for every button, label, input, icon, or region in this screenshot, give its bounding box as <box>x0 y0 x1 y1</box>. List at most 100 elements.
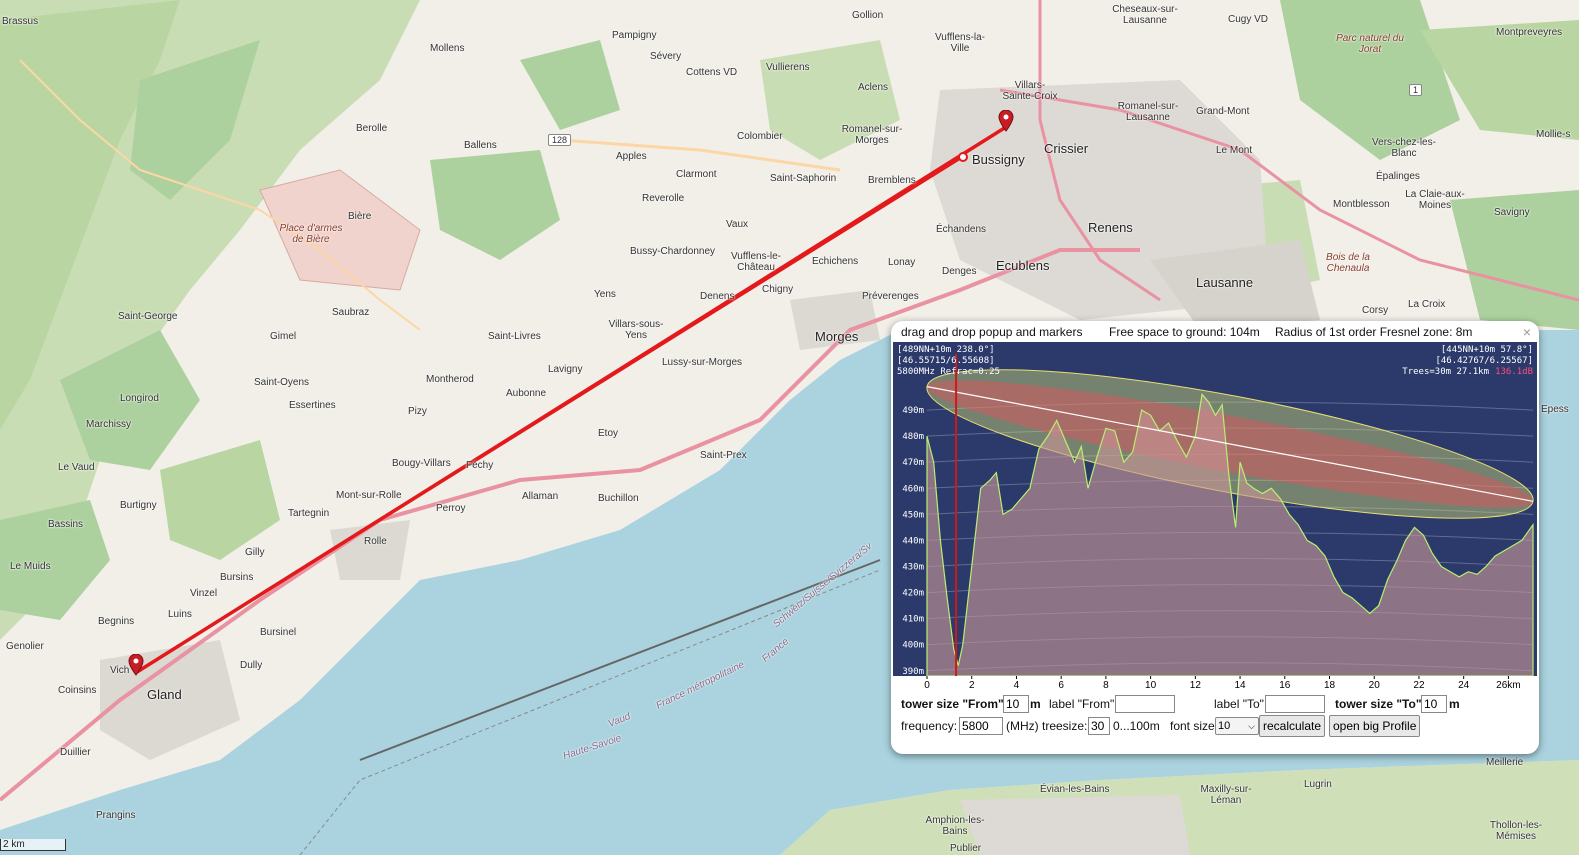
to-antenna-info: [445NN+10m 57.8°] <box>1441 345 1533 355</box>
place-label: Montherod <box>426 374 474 385</box>
place-label: Bremblens <box>868 175 916 186</box>
place-label: Denens <box>700 291 735 302</box>
place-label: Chigny <box>762 284 794 295</box>
y-tick-label: 430m <box>902 563 924 573</box>
place-label: Gland <box>147 687 182 702</box>
place-label: Tartegnin <box>288 508 330 519</box>
place-label: Bursins <box>220 572 254 583</box>
place-label: Saint-Livres <box>488 331 541 342</box>
park-label: Parc naturel du Jorat <box>1336 33 1404 55</box>
place-label: Villars-sous-Yens <box>608 319 664 341</box>
place-label: Bassins <box>48 519 84 530</box>
x-tick-label: 22 <box>1413 680 1425 691</box>
tower-to-unit: m <box>1449 697 1460 711</box>
place-label: Amphion-les-Bains <box>925 815 985 837</box>
place-label: Vufflens-le-Château <box>730 251 782 273</box>
military-area-label: Place d'armes de Bière <box>279 223 343 245</box>
place-label: Coinsins <box>58 685 97 696</box>
place-label: Cottens VD <box>686 67 738 78</box>
place-label: Maxilly-sur-Léman <box>1200 784 1252 806</box>
info-left: [489NN+10m 238.0°] [46.55715/6.55608] 58… <box>897 345 1000 377</box>
fontsize-value: 10 <box>1218 720 1231 732</box>
place-label: Gimel <box>270 331 297 342</box>
place-label: Lussy-sur-Morges <box>662 357 743 368</box>
place-label: Clarmont <box>676 169 717 180</box>
label-from-input[interactable] <box>1115 695 1175 713</box>
place-label: Mollie-s <box>1536 129 1571 140</box>
drag-hint: drag and drop popup and markers <box>901 325 1083 339</box>
elevation-profile-chart[interactable]: 490m 480m 470m 460m 450m 440m 430m 420m 410m 400m… <box>893 342 1537 691</box>
place-label: Perroy <box>436 503 466 514</box>
profile-popup[interactable]: drag and drop popup and markers Free spa… <box>891 321 1539 754</box>
place-label: Sévery <box>650 51 682 62</box>
from-antenna-info: [489NN+10m 238.0°] <box>897 345 995 355</box>
place-label: Bussigny <box>972 152 1025 167</box>
label-to-label: label "To" <box>1214 697 1264 711</box>
treesize-label: treesize: <box>1042 719 1088 733</box>
recalculate-button[interactable]: recalculate <box>1259 715 1326 737</box>
place-label: Romanel-sur-Lausanne <box>1117 101 1179 123</box>
place-label: Publier <box>950 843 982 854</box>
place-label: Lausanne <box>1196 275 1254 290</box>
place-label: Vinzel <box>190 588 218 599</box>
place-label: Saint-Oyens <box>254 377 310 388</box>
place-label: Montpreveyres <box>1496 27 1563 38</box>
place-label: Rolle <box>364 536 387 547</box>
place-label: Denges <box>942 266 977 277</box>
tower-to-label: tower size "To" <box>1335 697 1422 711</box>
path-loss: 136.1dB <box>1495 367 1533 377</box>
place-label: Vufflens-la-Ville <box>934 32 986 54</box>
place-label: Saubraz <box>332 307 370 318</box>
place-label: Vaux <box>726 219 749 230</box>
x-tick-label: 18 <box>1324 680 1336 691</box>
x-tick-label: 14 <box>1235 680 1247 691</box>
place-label: Berolle <box>356 123 388 134</box>
place-label: Vich <box>110 665 130 676</box>
midpoint-marker-icon[interactable] <box>957 151 969 163</box>
place-label: Aubonne <box>506 388 547 399</box>
close-button[interactable]: × <box>1523 324 1531 340</box>
y-tick-label: 400m <box>902 641 924 651</box>
place-label: Luins <box>168 609 192 620</box>
place-label: Lavigny <box>548 364 583 375</box>
tower-from-unit: m <box>1030 697 1041 711</box>
open-big-profile-button[interactable]: open big Profile <box>1329 715 1421 737</box>
x-axis-band <box>893 676 1537 691</box>
frequency-label: frequency: <box>901 719 958 733</box>
tower-from-label-wrap: tower size "From" <box>901 697 1004 711</box>
tower-to-input[interactable] <box>1421 695 1447 713</box>
place-label: Ecublens <box>996 258 1050 273</box>
x-axis: 0 2 4 6 8 10 12 14 16 18 20 22 24 26km <box>893 676 1537 691</box>
x-tick-label: 26km <box>1496 680 1520 691</box>
place-label: La Claie-aux-Moines <box>1405 189 1465 211</box>
from-marker-icon[interactable] <box>128 654 144 676</box>
chevron-down-icon: ⌵ <box>1248 721 1255 731</box>
fontsize-select[interactable]: 10 ⌵ <box>1215 717 1259 735</box>
y-tick-label: 410m <box>902 615 924 625</box>
label-to-input[interactable] <box>1265 695 1325 713</box>
place-label: Begnins <box>98 616 135 627</box>
place-label: Colombier <box>737 131 783 142</box>
x-tick-label: 8 <box>1103 680 1109 691</box>
y-tick-label: 470m <box>902 458 924 468</box>
place-label: Gollion <box>852 10 884 21</box>
popup-header[interactable]: drag and drop popup and markers Free spa… <box>891 325 1539 341</box>
place-label: Meillerie <box>1486 757 1524 768</box>
tower-from-input[interactable] <box>1003 695 1029 713</box>
place-label: Pampigny <box>612 30 657 41</box>
place-label: Bursinel <box>260 627 297 638</box>
place-label: Renens <box>1088 220 1133 235</box>
frequency-input[interactable] <box>959 717 1003 735</box>
tower-from-label: tower size "From" <box>901 697 1004 711</box>
treesize-input[interactable] <box>1088 717 1110 735</box>
x-tick-label: 10 <box>1145 680 1157 691</box>
to-marker-icon[interactable] <box>998 110 1014 132</box>
x-tick-label: 16 <box>1279 680 1291 691</box>
place-label: Dully <box>240 660 263 671</box>
treesize-range: 0...100m <box>1113 719 1160 733</box>
place-label: Echichens <box>812 256 859 267</box>
x-tick-label: 12 <box>1190 680 1202 691</box>
place-label: La Croix <box>1408 299 1446 310</box>
place-label: Saint-George <box>118 311 178 322</box>
place-label: Vers-chez-les-Blanc <box>1372 137 1436 159</box>
